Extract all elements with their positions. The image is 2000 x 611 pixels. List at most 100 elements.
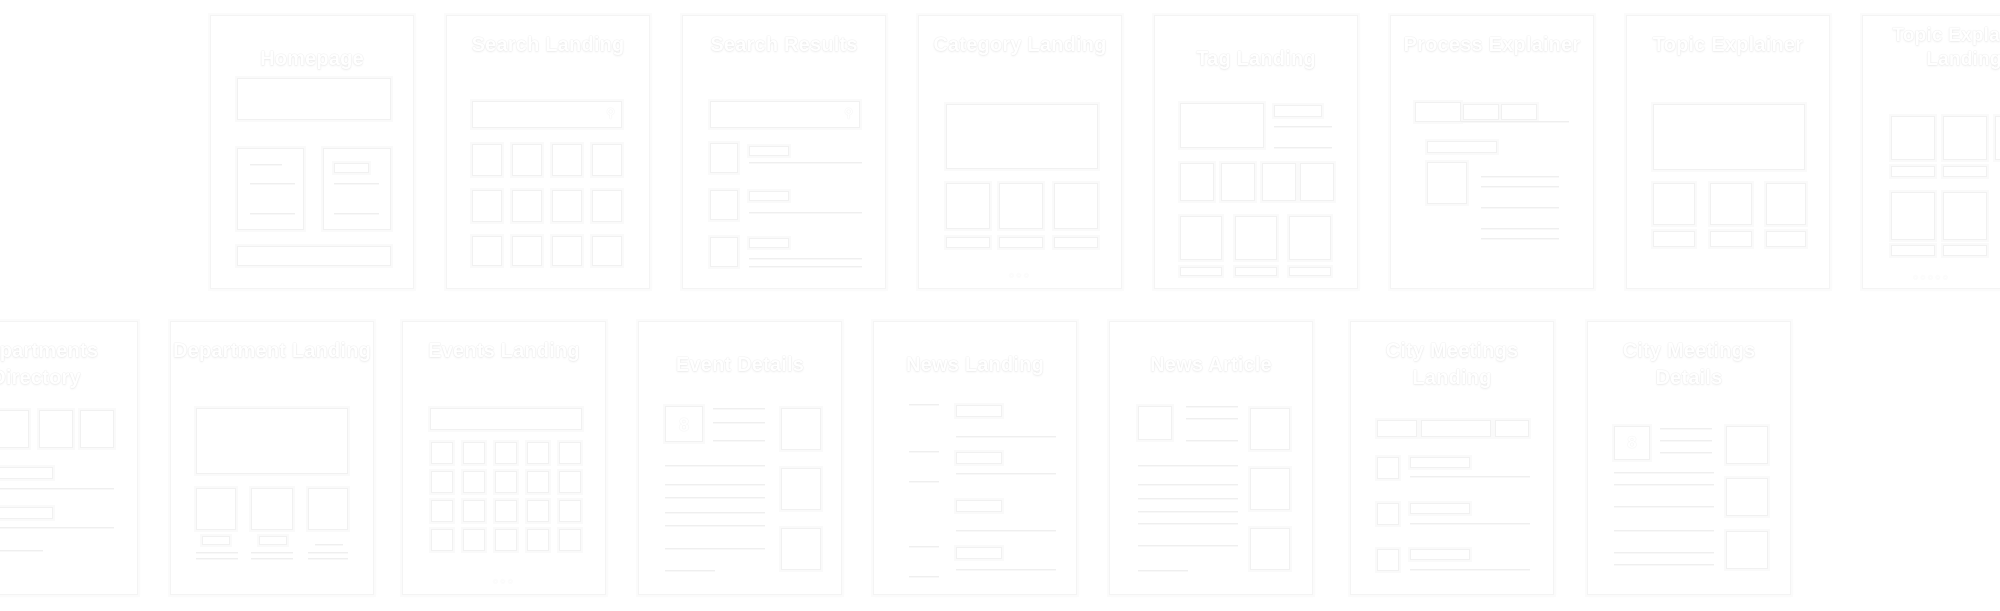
pagination-dots[interactable]: ○○○ [919, 270, 1121, 280]
card-title: Department Landing [172, 340, 372, 362]
pagination-dots[interactable]: ○○○ [403, 576, 605, 586]
card-homepage[interactable]: Homepage [210, 15, 414, 289]
calendar-cell [527, 471, 549, 493]
card-tile [1180, 216, 1222, 260]
news-headline [956, 547, 1002, 559]
card-title: News Article [1150, 354, 1272, 376]
grid-tile [472, 236, 502, 266]
text-line [334, 183, 379, 184]
text-line [0, 488, 114, 489]
text-line [1614, 472, 1714, 473]
card-news-landing[interactable]: News Landing [873, 321, 1077, 595]
card-department-landing[interactable]: Department Landing [170, 321, 374, 595]
calendar-cell [495, 471, 517, 493]
step-image [1427, 162, 1467, 204]
text-line [196, 552, 238, 553]
text-line [749, 258, 862, 259]
text-line [334, 213, 379, 214]
tile-caption [1180, 267, 1222, 276]
date-line [909, 576, 939, 577]
card-tag-landing[interactable]: Tag Landing [1154, 15, 1358, 289]
text-line [665, 512, 765, 513]
card-category-landing[interactable]: Category Landing ○○○ [918, 15, 1122, 289]
card-city-meetings-landing[interactable]: City Meetings Landing [1350, 321, 1554, 595]
tab-underline [1461, 121, 1569, 122]
pagination-dots[interactable]: ○○○○○ [1913, 272, 2000, 282]
tile-caption [259, 536, 287, 545]
calendar-cell [559, 529, 581, 551]
news-headline [956, 405, 1002, 417]
content-block-left [237, 148, 304, 230]
card-departments-directory[interactable]: Departments Directory [0, 321, 138, 595]
card-topic-explainer-landing[interactable]: Topic Explainer Landing ○○○○○ [1862, 15, 2000, 289]
calendar-cell [559, 500, 581, 522]
text-line [956, 569, 1056, 570]
sidebar-tile [1726, 531, 1768, 569]
list-label [0, 507, 53, 519]
filter-tab [1421, 420, 1491, 437]
topic-tile [1943, 116, 1987, 160]
grid-tile [472, 144, 502, 176]
tile-caption [1653, 231, 1695, 247]
card-title: News Landing [906, 354, 1044, 376]
text-line [1186, 440, 1238, 441]
calendar-cell [431, 500, 453, 522]
tab [1501, 104, 1537, 120]
card-process-explainer[interactable]: Process Explainer [1390, 15, 1594, 289]
result-title [749, 191, 789, 201]
step-label [1427, 141, 1497, 153]
text-line [1481, 186, 1559, 187]
tag-tile [1221, 163, 1255, 201]
card-event-details[interactable]: Event Details 8 [638, 321, 842, 595]
text-line [956, 436, 1056, 437]
text-line [1186, 418, 1238, 419]
card-title: Event Details [675, 354, 805, 376]
card-news-article[interactable]: News Article [1109, 321, 1313, 595]
hero-block [196, 408, 348, 474]
tile-caption [1710, 231, 1752, 247]
grid-tile [552, 190, 582, 222]
result-title [749, 238, 789, 248]
label-block [1274, 105, 1322, 117]
text-line [665, 548, 765, 549]
tab [1463, 104, 1499, 120]
text-line [1138, 570, 1188, 571]
date-line [909, 404, 939, 405]
card-title: Search Results [710, 34, 858, 56]
meeting-date [1377, 503, 1399, 525]
tile-caption [1054, 237, 1098, 248]
department-tile [0, 410, 29, 448]
text-line [1481, 176, 1559, 177]
article-image [1138, 406, 1172, 440]
category-tile [1054, 183, 1098, 229]
card-city-meetings-details[interactable]: City Meetings Details 8 [1587, 321, 1791, 595]
meeting-title [1410, 549, 1470, 560]
text-line [0, 550, 43, 551]
text-line [250, 164, 282, 165]
card-search-landing[interactable]: Search Landing ⚲ [446, 15, 650, 289]
text-line [665, 484, 765, 485]
tile-caption [1766, 231, 1806, 247]
news-headline [956, 500, 1002, 512]
sidebar-tile [1250, 468, 1290, 510]
text-line [250, 183, 295, 184]
meeting-date [1377, 457, 1399, 479]
text-line [749, 162, 862, 163]
tile-caption [999, 237, 1043, 248]
text-line [0, 527, 114, 528]
card-search-results[interactable]: Search Results ⚲ [682, 15, 886, 289]
grid-tile [512, 190, 542, 222]
service-tile [308, 488, 348, 530]
hero-block [1180, 103, 1264, 148]
card-events-landing[interactable]: Events Landing ○○○ [402, 321, 606, 595]
sidebar-tile [781, 408, 821, 450]
calendar-cell [559, 471, 581, 493]
grid-tile [592, 144, 622, 176]
grid-tile [472, 190, 502, 222]
tile-caption [1891, 166, 1935, 177]
tag-tile [1180, 163, 1214, 201]
hero-block [1653, 104, 1805, 170]
card-title: Homepage [260, 48, 364, 70]
card-title: Events Landing [428, 340, 580, 362]
card-topic-explainer[interactable]: Topic Explainer [1626, 15, 1830, 289]
